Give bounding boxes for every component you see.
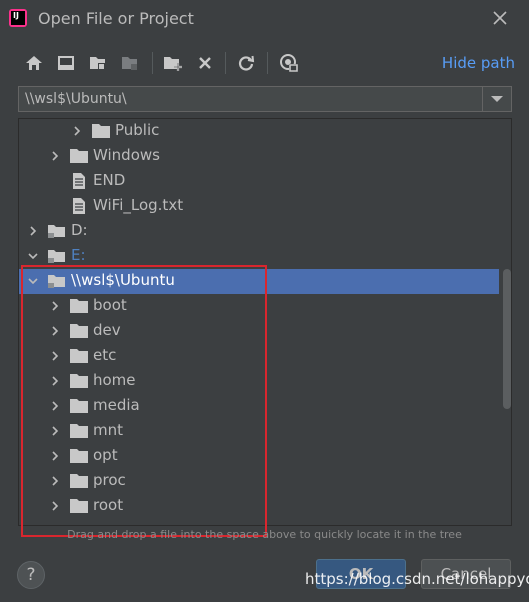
tree-row-label: opt — [93, 446, 118, 464]
tree-row[interactable]: \\wsl$\Ubuntu — [19, 269, 499, 294]
tree-row[interactable]: boot — [19, 294, 499, 319]
tree-scrollbar[interactable] — [503, 269, 511, 525]
new-folder-icon[interactable] — [162, 52, 184, 74]
tree-row[interactable]: Windows — [19, 144, 499, 169]
chevron-right-icon[interactable] — [49, 425, 61, 437]
tree-row[interactable]: E: — [19, 244, 499, 269]
chevron-right-icon[interactable] — [49, 500, 61, 512]
tree-row-label: Public — [115, 121, 160, 139]
project-folder-icon[interactable] — [87, 52, 109, 74]
dialog-title: Open File or Project — [38, 9, 194, 28]
home-icon[interactable] — [23, 52, 45, 74]
chevron-right-icon[interactable] — [49, 475, 61, 487]
desktop-icon[interactable] — [55, 52, 77, 74]
folder-icon — [69, 372, 89, 390]
scrollbar-thumb[interactable] — [503, 269, 511, 409]
chevron-right-icon[interactable] — [49, 350, 61, 362]
toolbar-separator — [267, 52, 268, 74]
tree-row-label: home — [93, 371, 136, 389]
tree-row-label: etc — [93, 346, 117, 364]
help-button[interactable]: ? — [17, 561, 45, 589]
tree-row[interactable]: media — [19, 394, 499, 419]
tree-row[interactable]: D: — [19, 219, 499, 244]
folder-icon — [69, 147, 89, 165]
drive-folder-icon — [47, 272, 67, 290]
close-icon[interactable] — [490, 8, 510, 28]
chevron-down-icon[interactable] — [27, 250, 39, 262]
tree-row-label: Windows — [93, 146, 160, 164]
hide-path-link[interactable]: Hide path — [442, 54, 515, 72]
module-folder-icon[interactable] — [119, 52, 141, 74]
tree-row-label: media — [93, 396, 140, 414]
drive-folder-icon — [47, 247, 67, 265]
chevron-right-icon[interactable] — [49, 450, 61, 462]
file-tree[interactable]: Public Windows END WiFi_Log.txt D: E: \\wsl$\U… — [18, 118, 512, 526]
chevron-right-icon[interactable] — [49, 300, 61, 312]
tree-row-label: boot — [93, 296, 127, 314]
drag-drop-hint: Drag and drop a file into the space abov… — [67, 528, 462, 541]
folder-icon — [91, 122, 111, 140]
text-file-icon — [69, 172, 89, 190]
tree-row-label: D: — [71, 221, 88, 239]
tree-row-label: proc — [93, 471, 126, 489]
folder-icon — [69, 472, 89, 490]
folder-icon — [69, 422, 89, 440]
intellij-logo-icon: IJ — [9, 9, 27, 27]
folder-icon — [69, 347, 89, 365]
chevron-right-icon[interactable] — [27, 225, 39, 237]
tree-row[interactable]: END — [19, 169, 499, 194]
show-hidden-icon[interactable] — [278, 52, 300, 74]
delete-icon[interactable] — [194, 52, 216, 74]
tree-row[interactable]: proc — [19, 469, 499, 494]
path-input[interactable] — [19, 87, 481, 111]
tree-row[interactable]: dev — [19, 319, 499, 344]
tree-row-label: root — [93, 496, 124, 514]
refresh-icon[interactable] — [235, 52, 257, 74]
toolbar: Hide path — [0, 48, 529, 78]
tree-row[interactable]: WiFi_Log.txt — [19, 194, 499, 219]
tree-row[interactable]: home — [19, 369, 499, 394]
chevron-right-icon[interactable] — [71, 125, 83, 137]
folder-icon — [69, 297, 89, 315]
watermark-url: https://blog.csdn.net/lohappyoi — [305, 570, 529, 588]
tree-row[interactable]: Public — [19, 119, 499, 144]
chevron-right-icon[interactable] — [49, 375, 61, 387]
chevron-right-icon[interactable] — [49, 150, 61, 162]
toolbar-separator — [225, 52, 226, 74]
folder-icon — [69, 397, 89, 415]
drive-folder-icon — [47, 222, 67, 240]
title-bar: IJ Open File or Project — [0, 0, 529, 38]
tree-row-label: END — [93, 171, 126, 189]
tree-row-label: mnt — [93, 421, 123, 439]
tree-row-label: E: — [71, 246, 86, 264]
chevron-down-icon[interactable] — [27, 275, 39, 287]
tree-row-label: dev — [93, 321, 121, 339]
toolbar-separator — [152, 52, 153, 74]
tree-row[interactable]: etc — [19, 344, 499, 369]
text-file-icon — [69, 197, 89, 215]
chevron-right-icon[interactable] — [49, 325, 61, 337]
chevron-down-icon[interactable] — [482, 87, 511, 111]
chevron-right-icon[interactable] — [49, 400, 61, 412]
tree-row[interactable]: mnt — [19, 419, 499, 444]
folder-icon — [69, 322, 89, 340]
path-combobox[interactable] — [18, 86, 512, 112]
tree-row-label: \\wsl$\Ubuntu — [71, 271, 175, 289]
folder-icon — [69, 497, 89, 515]
folder-icon — [69, 447, 89, 465]
tree-row-label: WiFi_Log.txt — [93, 196, 184, 214]
tree-row[interactable]: opt — [19, 444, 499, 469]
tree-row[interactable]: root — [19, 494, 499, 519]
